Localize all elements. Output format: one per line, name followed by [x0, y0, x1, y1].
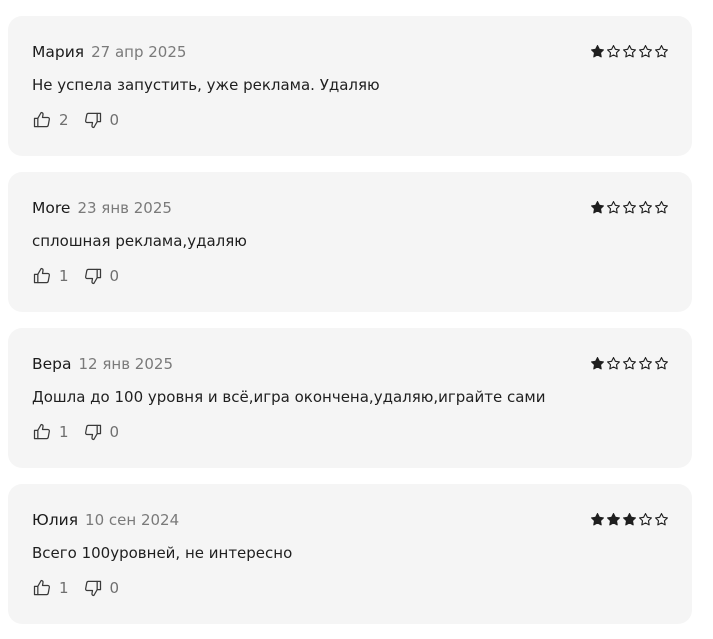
- star-filled-icon: [591, 45, 604, 58]
- review-date: 27 апр 2025: [91, 43, 187, 61]
- review-header: Юлия 10 сен 2024: [32, 511, 179, 531]
- thumbs-up-icon: [33, 111, 50, 128]
- thumbs-down-icon: [84, 112, 101, 129]
- review-votes: 10: [32, 266, 119, 286]
- review-text: Дошла до 100 уровня и всё,игра окончена,…: [32, 388, 546, 406]
- review-votes: 20: [32, 110, 119, 130]
- star-empty-icon: [607, 45, 620, 58]
- dislike-count: 0: [109, 111, 120, 129]
- like-count: 1: [59, 579, 69, 597]
- thumbs-down-icon: [84, 580, 101, 597]
- review-votes: 10: [32, 422, 119, 442]
- star-empty-icon: [639, 513, 652, 526]
- star-empty-icon: [639, 357, 652, 370]
- review-votes: 10: [32, 578, 119, 598]
- star-filled-icon: [623, 513, 636, 526]
- like-button[interactable]: 1: [32, 422, 69, 442]
- star-empty-icon: [623, 201, 636, 214]
- review-author: Мария: [32, 43, 85, 61]
- review-rating: [590, 356, 669, 371]
- review-author: More: [32, 199, 71, 217]
- like-button[interactable]: 1: [32, 266, 69, 286]
- like-count: 1: [59, 423, 69, 441]
- dislike-button[interactable]: 0: [83, 110, 120, 130]
- review-rating: [590, 44, 669, 59]
- star-empty-icon: [655, 45, 668, 58]
- dislike-count: 0: [109, 423, 120, 441]
- dislike-button[interactable]: 0: [83, 422, 120, 442]
- review-text: сплошная реклама,удаляю: [32, 232, 247, 250]
- like-button[interactable]: 1: [32, 578, 69, 598]
- like-button[interactable]: 2: [32, 110, 69, 130]
- review-header: Мария 27 апр 2025: [32, 43, 186, 63]
- star-filled-icon: [607, 513, 620, 526]
- star-empty-icon: [655, 201, 668, 214]
- review-header: More 23 янв 2025: [32, 199, 172, 219]
- thumbs-up-icon: [33, 267, 50, 284]
- star-filled-icon: [591, 357, 604, 370]
- review-text: Не успела запустить, уже реклама. Удаляю: [32, 76, 380, 94]
- review-date: 12 янв 2025: [78, 355, 173, 373]
- star-empty-icon: [639, 45, 652, 58]
- like-count: 2: [59, 111, 69, 129]
- review-card: Вера 12 янв 2025 Дошла до 100 уровня и всё…: [8, 328, 692, 468]
- star-empty-icon: [623, 357, 636, 370]
- review-date: 23 янв 2025: [77, 199, 172, 217]
- star-empty-icon: [607, 201, 620, 214]
- review-card: Мария 27 апр 2025 Не успела запустить, уже…: [8, 16, 692, 156]
- thumbs-down-icon: [84, 424, 101, 441]
- dislike-count: 0: [109, 267, 120, 285]
- review-header: Вера 12 янв 2025: [32, 355, 173, 375]
- review-author: Юлия: [32, 511, 79, 529]
- review-card: Юлия 10 сен 2024 Всего 100уровней, не инте…: [8, 484, 692, 624]
- review-rating: [590, 512, 669, 527]
- review-author: Вера: [32, 355, 72, 373]
- like-count: 1: [59, 267, 69, 285]
- dislike-button[interactable]: 0: [83, 266, 120, 286]
- star-empty-icon: [623, 45, 636, 58]
- star-empty-icon: [655, 357, 668, 370]
- star-empty-icon: [655, 513, 668, 526]
- thumbs-down-icon: [84, 268, 101, 285]
- reviews-list: Мария 27 апр 2025 Не успела запустить, уже…: [0, 0, 713, 639]
- dislike-button[interactable]: 0: [83, 578, 120, 598]
- star-empty-icon: [607, 357, 620, 370]
- star-empty-icon: [639, 201, 652, 214]
- thumbs-up-icon: [33, 579, 50, 596]
- review-rating: [590, 200, 669, 215]
- review-card: More 23 янв 2025 сплошная реклама,удаляю 1 0: [8, 172, 692, 312]
- thumbs-up-icon: [33, 423, 50, 440]
- dislike-count: 0: [109, 579, 120, 597]
- star-filled-icon: [591, 201, 604, 214]
- review-text: Всего 100уровней, не интересно: [32, 544, 293, 562]
- star-filled-icon: [591, 513, 604, 526]
- review-date: 10 сен 2024: [85, 511, 180, 529]
